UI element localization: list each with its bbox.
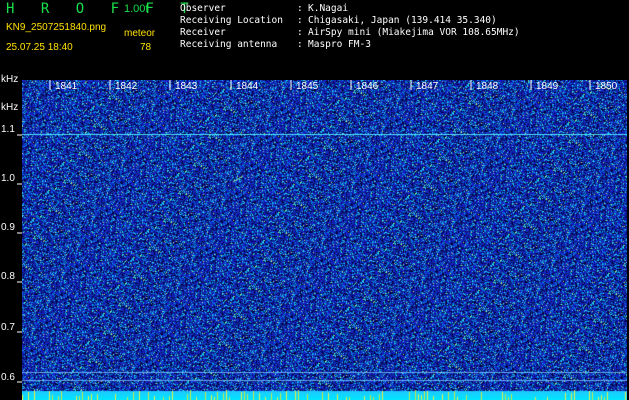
spectrogram-canvas xyxy=(22,80,627,400)
separator: : xyxy=(297,39,303,50)
separator: : xyxy=(297,27,303,38)
x-tick-label: 1845 xyxy=(296,81,319,92)
filename-label: KN9_2507251840.png xyxy=(6,22,107,33)
version-label: 1.00f xyxy=(124,3,149,15)
x-tick-label: 1842 xyxy=(115,81,138,92)
separator: : xyxy=(297,3,303,14)
antenna-value: Maspro FM-3 xyxy=(308,39,371,50)
y-axis-unit-inner: kHz xyxy=(1,102,19,113)
datetime-label: 25.07.25 18:40 xyxy=(6,42,73,53)
x-tick-label: 1848 xyxy=(476,81,499,92)
y-axis-unit-top: kHz xyxy=(1,74,19,85)
meteor-label: meteor xyxy=(124,28,156,39)
observer-label: Observer xyxy=(180,3,226,14)
receiver-value: AirSpy mini (Miakejima VOR 108.65MHz) xyxy=(308,27,520,38)
x-tick-label: 1847 xyxy=(416,81,439,92)
x-tick-label: 1843 xyxy=(175,81,198,92)
x-tick-label: 1844 xyxy=(236,81,259,92)
x-tick-label: 1841 xyxy=(55,81,78,92)
location-label: Receiving Location xyxy=(180,15,283,26)
x-tick-label: 1850 xyxy=(595,81,618,92)
meteor-count: 78 xyxy=(140,42,152,53)
x-tick-label: 1846 xyxy=(356,81,379,92)
receiver-label: Receiver xyxy=(180,27,226,38)
y-tick-label: 0.9 xyxy=(1,222,15,233)
antenna-label: Receiving antenna xyxy=(180,39,278,50)
y-tick-label: 1.0 xyxy=(1,173,15,184)
header-bar: H R O F F T 1.00f KN9_2507251840.png met… xyxy=(0,0,629,78)
observer-value: K.Nagai xyxy=(308,3,349,14)
y-tick-label: 0.8 xyxy=(1,271,15,282)
y-tick-label: 1.1 xyxy=(1,124,15,135)
app-title: H R O F F T xyxy=(6,1,198,17)
x-tick-label: 1849 xyxy=(536,81,559,92)
separator: : xyxy=(297,15,303,26)
y-tick-label: 0.6 xyxy=(1,372,15,383)
location-value: Chigasaki, Japan (139.414 35.340) xyxy=(308,15,497,26)
y-tick-label: 0.7 xyxy=(1,322,15,333)
